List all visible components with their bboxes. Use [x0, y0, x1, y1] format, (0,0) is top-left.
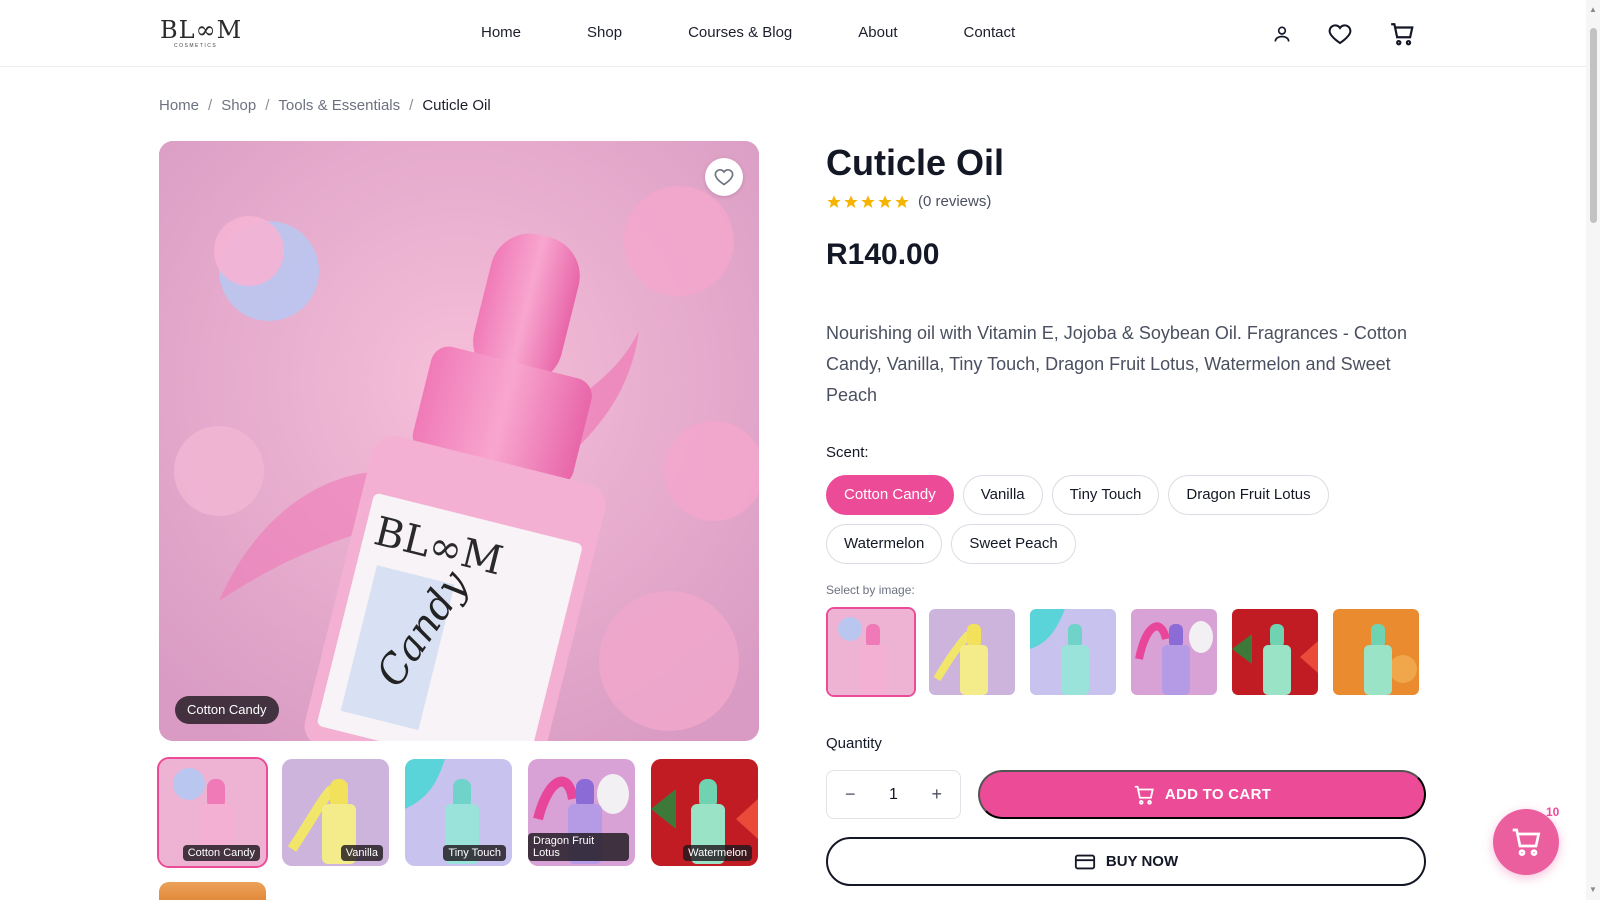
- main-nav: Home Shop Courses & Blog About Contact: [481, 24, 1015, 41]
- add-to-cart-label: ADD TO CART: [1164, 786, 1272, 803]
- star-icon: [844, 194, 858, 208]
- breadcrumb-category[interactable]: Tools & Essentials: [278, 97, 400, 114]
- brand-logo[interactable]: BL∞M COSMETICS: [160, 16, 241, 52]
- scroll-up-arrow-icon[interactable]: ▲: [1589, 6, 1597, 14]
- thumbnail-tiny-touch[interactable]: Tiny Touch: [405, 759, 512, 866]
- product-main-image[interactable]: BL∞M Candy: [159, 141, 759, 741]
- thumbnail-sweet-peach-partial[interactable]: [159, 882, 266, 900]
- thumbnail-label: Tiny Touch: [443, 845, 506, 861]
- cart-count-badge: 10: [1546, 805, 1560, 819]
- product-rating[interactable]: (0 reviews): [826, 193, 991, 210]
- image-select-vanilla[interactable]: [927, 607, 1017, 697]
- breadcrumb-home[interactable]: Home: [159, 97, 199, 114]
- cart-icon: [1512, 828, 1541, 856]
- nav-home[interactable]: Home: [481, 24, 521, 41]
- quantity-stepper: − 1 +: [826, 770, 961, 819]
- star-icon: [895, 194, 909, 208]
- breadcrumb-separator: /: [409, 97, 414, 114]
- thumbnail-dragon-fruit-lotus[interactable]: Dragon Fruit Lotus: [528, 759, 635, 866]
- cart-icon: [1134, 785, 1154, 805]
- account-icon[interactable]: [1268, 20, 1296, 48]
- breadcrumb-separator: /: [265, 97, 270, 114]
- site-header: BL∞M COSMETICS Home Shop Courses & Blog …: [0, 0, 1586, 67]
- scent-option-tiny-touch[interactable]: Tiny Touch: [1051, 475, 1160, 515]
- thumbnail-label: Vanilla: [340, 845, 383, 861]
- scent-option-cotton-candy[interactable]: Cotton Candy: [826, 475, 954, 515]
- image-select-cotton-candy[interactable]: [826, 607, 916, 697]
- breadcrumb: Home / Shop / Tools & Essentials / Cuticle Oil: [159, 97, 491, 114]
- image-selector: [826, 607, 1421, 697]
- quantity-value[interactable]: 1: [889, 786, 898, 804]
- product-description: Nourishing oil with Vitamin E, Jojoba & …: [826, 323, 1407, 405]
- quantity-increase-button[interactable]: +: [931, 784, 942, 805]
- thumbnail-label: Watermelon: [683, 845, 752, 861]
- cart-icon[interactable]: [1388, 20, 1416, 48]
- product-title: Cuticle Oil: [826, 142, 1005, 183]
- scent-option-dragon-fruit-lotus[interactable]: Dragon Fruit Lotus: [1168, 475, 1329, 515]
- image-scent-tag: Cotton Candy: [175, 696, 279, 724]
- cuticle-oil-bottle-image: BL∞M Candy: [159, 141, 759, 741]
- nav-courses-blog[interactable]: Courses & Blog: [688, 24, 792, 41]
- image-select-watermelon[interactable]: [1230, 607, 1320, 697]
- favorite-heart-icon[interactable]: [705, 158, 743, 196]
- breadcrumb-separator: /: [208, 97, 213, 114]
- thumbnail-label: Cotton Candy: [182, 845, 260, 861]
- star-icon: [861, 194, 875, 208]
- wishlist-heart-icon[interactable]: [1326, 20, 1354, 48]
- page-scrollbar[interactable]: ▲ ▼: [1586, 0, 1600, 900]
- credit-card-icon: [1074, 854, 1095, 869]
- breadcrumb-current: Cuticle Oil: [422, 97, 491, 114]
- scroll-thumb[interactable]: [1590, 28, 1597, 223]
- breadcrumb-shop[interactable]: Shop: [221, 97, 256, 114]
- logo-subtitle: COSMETICS: [174, 43, 218, 49]
- nav-shop[interactable]: Shop: [587, 24, 622, 41]
- image-select-dragon-fruit-lotus[interactable]: [1129, 607, 1219, 697]
- logo-wordmark: BL∞M: [160, 16, 243, 44]
- buy-now-button[interactable]: BUY NOW: [826, 837, 1426, 886]
- reviews-count[interactable]: (0 reviews): [918, 193, 991, 210]
- image-select-tiny-touch[interactable]: [1028, 607, 1118, 697]
- product-price: R140.00: [826, 238, 940, 271]
- star-icon: [827, 194, 841, 208]
- image-select-sweet-peach[interactable]: [1331, 607, 1421, 697]
- scent-options: Cotton Candy Vanilla Tiny Touch Dragon F…: [826, 475, 1426, 564]
- thumbnail-gallery: Cotton Candy Vanilla Tiny Touch Dragon F…: [157, 757, 758, 868]
- scent-option-watermelon[interactable]: Watermelon: [826, 524, 943, 564]
- nav-about[interactable]: About: [858, 24, 897, 41]
- thumbnail-label: Dragon Fruit Lotus: [528, 833, 629, 861]
- thumbnail-vanilla[interactable]: Vanilla: [282, 759, 389, 866]
- scent-label: Scent:: [826, 444, 869, 461]
- scroll-down-arrow-icon[interactable]: ▼: [1589, 886, 1597, 894]
- scent-option-vanilla[interactable]: Vanilla: [962, 475, 1043, 515]
- scent-option-sweet-peach[interactable]: Sweet Peach: [951, 524, 1076, 564]
- nav-contact[interactable]: Contact: [963, 24, 1015, 41]
- select-by-image-label: Select by image:: [826, 583, 915, 597]
- quantity-decrease-button[interactable]: −: [845, 784, 856, 805]
- quantity-label: Quantity: [826, 735, 882, 752]
- star-rating: [826, 194, 910, 210]
- buy-now-label: BUY NOW: [1105, 853, 1179, 870]
- thumbnail-cotton-candy[interactable]: Cotton Candy: [157, 757, 268, 868]
- add-to-cart-button[interactable]: ADD TO CART: [978, 770, 1426, 819]
- thumbnail-watermelon[interactable]: Watermelon: [651, 759, 758, 866]
- star-icon: [878, 194, 892, 208]
